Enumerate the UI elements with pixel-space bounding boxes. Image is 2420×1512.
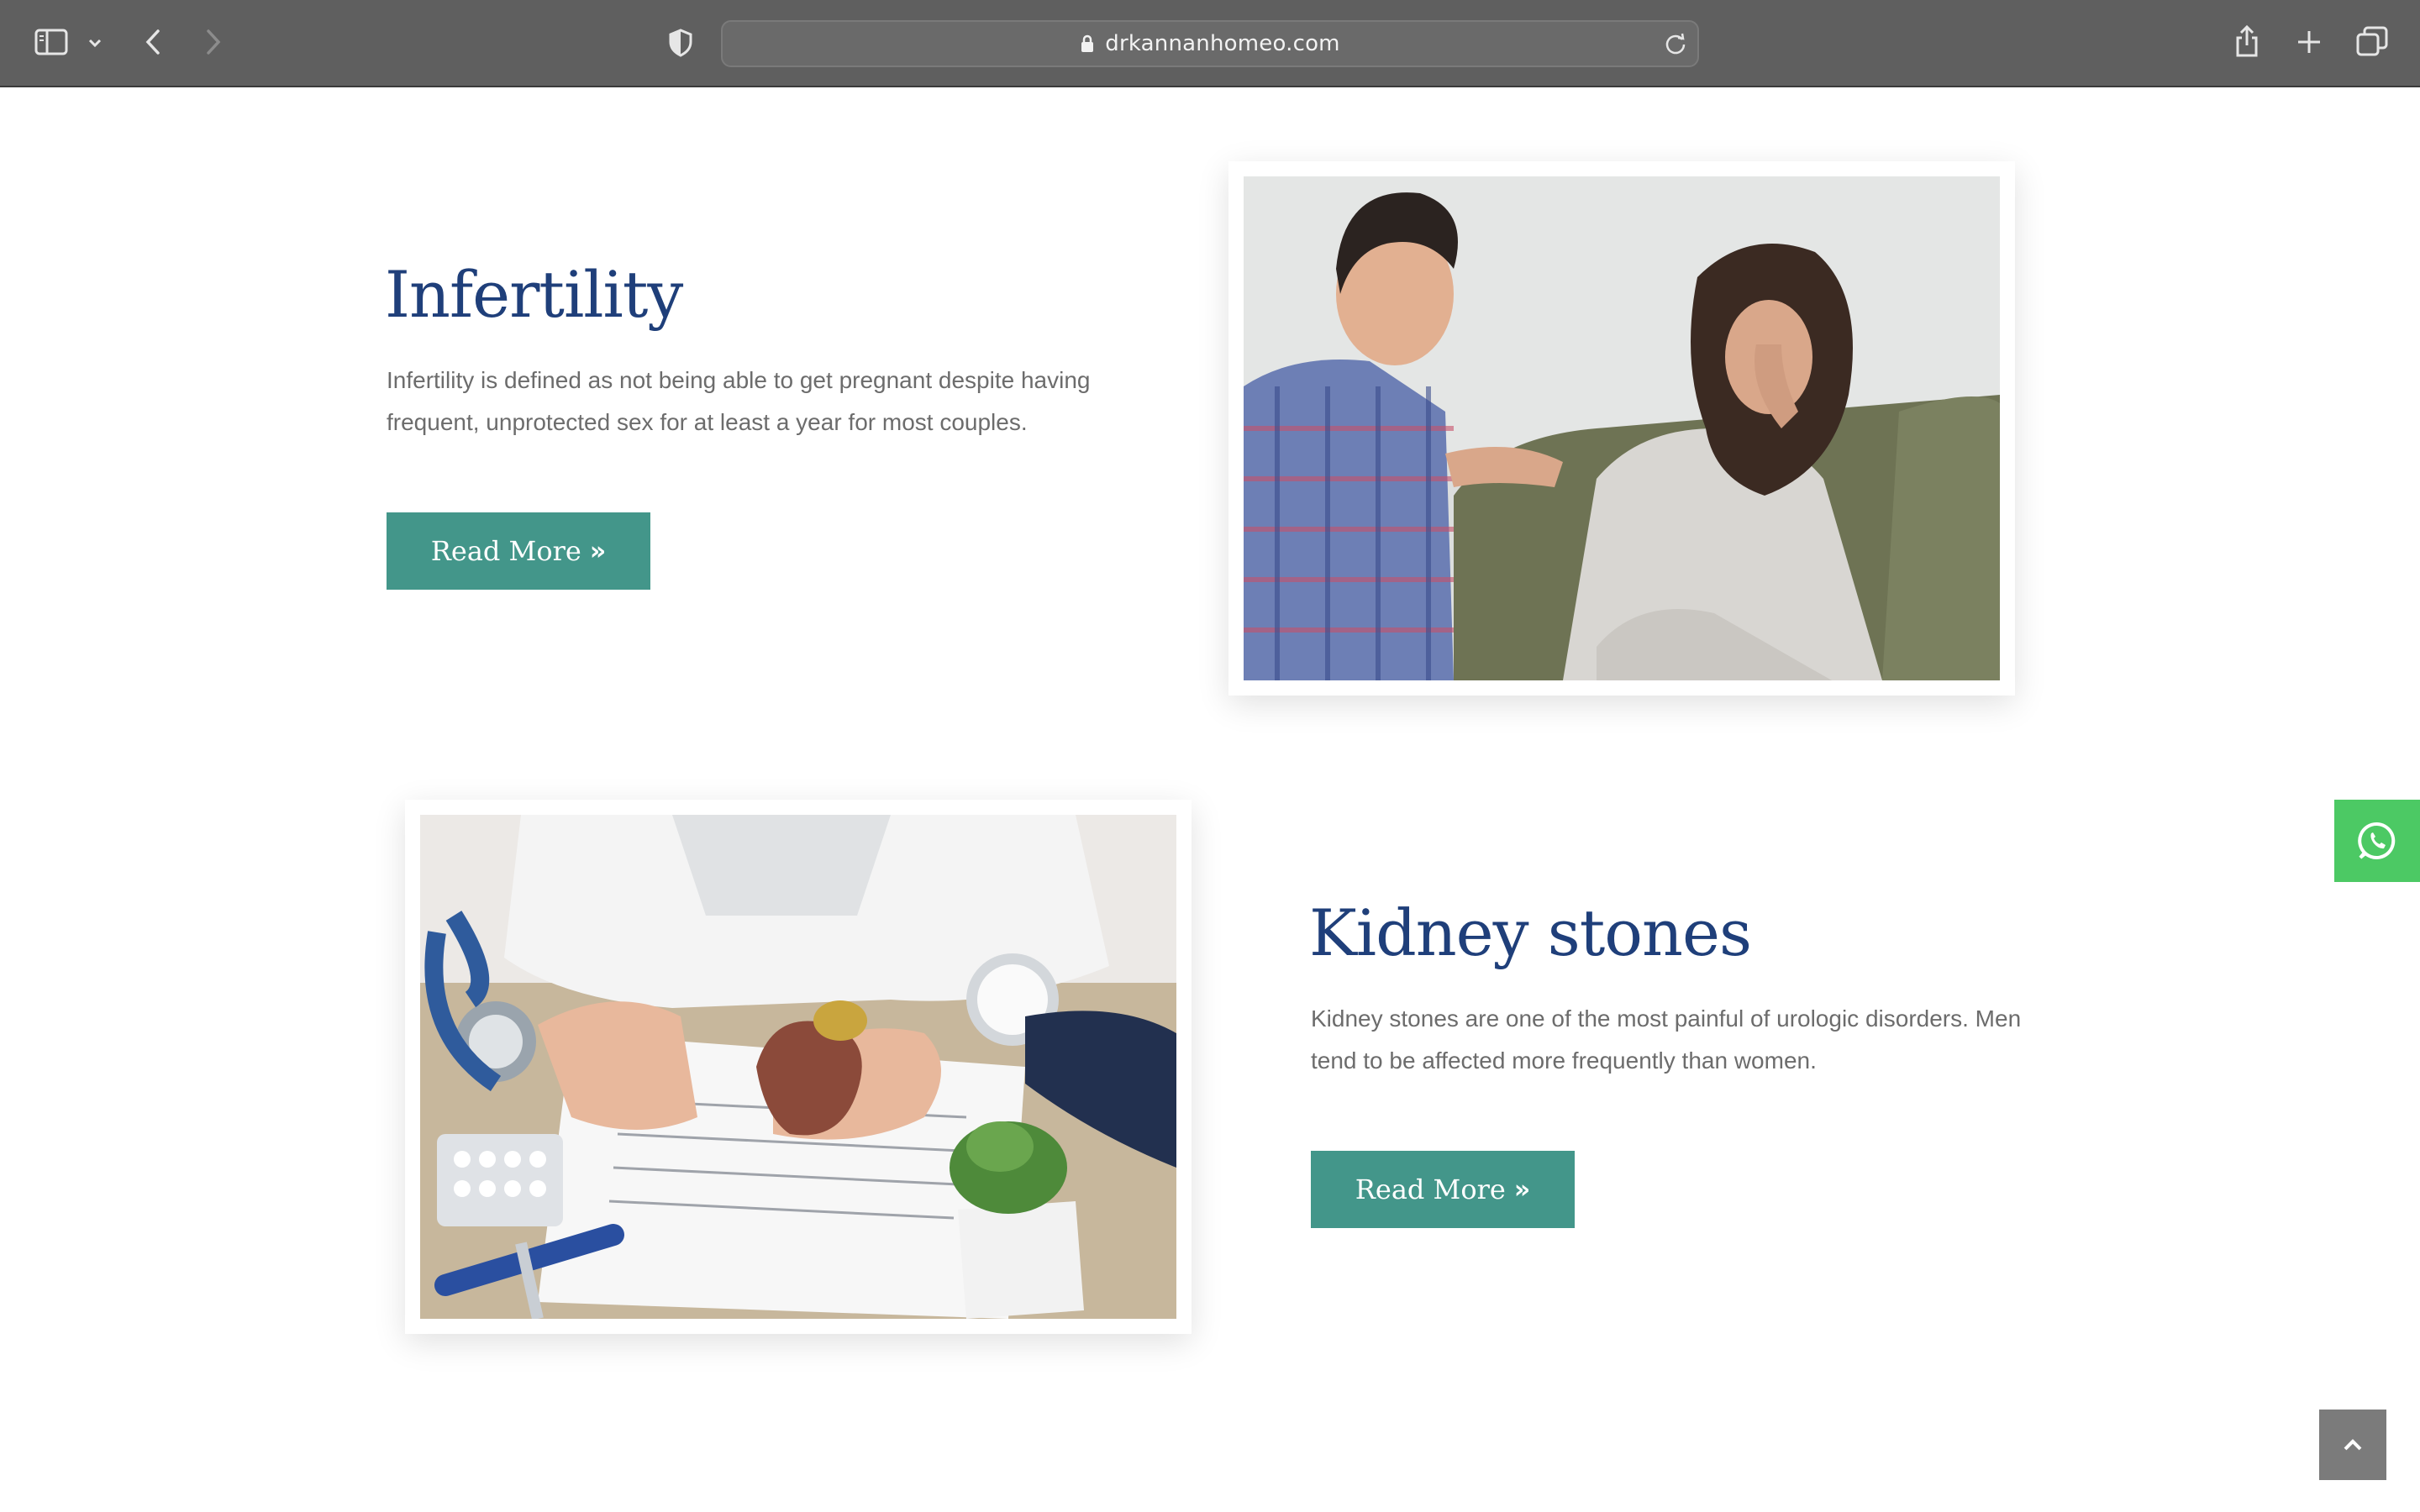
doctor-kidney-model-photo [420, 815, 1176, 1319]
privacy-shield-icon [669, 29, 692, 57]
plus-icon [2298, 31, 2320, 53]
sidebar-icon [34, 29, 68, 55]
lock-icon [1081, 34, 1094, 52]
share-icon [2236, 24, 2258, 57]
chevron-up-icon [2344, 1439, 2362, 1451]
whatsapp-icon [2358, 822, 2396, 859]
read-more-label: Read More [1355, 1173, 1506, 1205]
kidney-stones-heading: Kidney stones [1309, 895, 1752, 970]
sidebar-toggle-button[interactable] [32, 25, 71, 59]
tab-overview-button[interactable] [2354, 24, 2390, 59]
sidebar-menu-button[interactable] [84, 30, 106, 55]
forward-button[interactable] [198, 25, 229, 59]
privacy-report-button[interactable] [664, 25, 697, 60]
whatsapp-button[interactable] [2334, 800, 2420, 882]
infertility-heading: Infertility [385, 257, 683, 332]
tabs-overview-icon [2356, 26, 2388, 56]
chevron-down-icon [88, 39, 102, 48]
double-chevron-right-icon: » [1513, 1174, 1531, 1205]
back-arrow-icon [145, 29, 160, 55]
share-button[interactable] [2230, 22, 2264, 60]
url-text: drkannanhomeo.com [1105, 31, 1340, 56]
read-more-label: Read More [430, 535, 581, 567]
infertility-description: Infertility is defined as not being able… [387, 367, 1091, 435]
new-tab-button[interactable] [2292, 25, 2326, 59]
address-bar[interactable]: drkannanhomeo.com [721, 20, 1699, 67]
browser-toolbar: drkannanhomeo.com [0, 0, 2420, 87]
double-chevron-right-icon: » [589, 536, 607, 566]
kidney-stones-read-more-button[interactable]: Read More » [1311, 1151, 1575, 1228]
forward-arrow-icon [207, 29, 221, 55]
kidney-photo-frame [405, 800, 1192, 1334]
scroll-to-top-button[interactable] [2319, 1410, 2386, 1480]
infertility-photo-frame [1228, 161, 2015, 696]
reload-icon[interactable] [1664, 32, 1687, 55]
infertility-read-more-button[interactable]: Read More » [387, 512, 650, 590]
kidney-stones-description: Kidney stones are one of the most painfu… [1311, 1005, 2022, 1074]
back-button[interactable] [138, 25, 168, 59]
couple-consoling-photo [1244, 176, 2000, 680]
